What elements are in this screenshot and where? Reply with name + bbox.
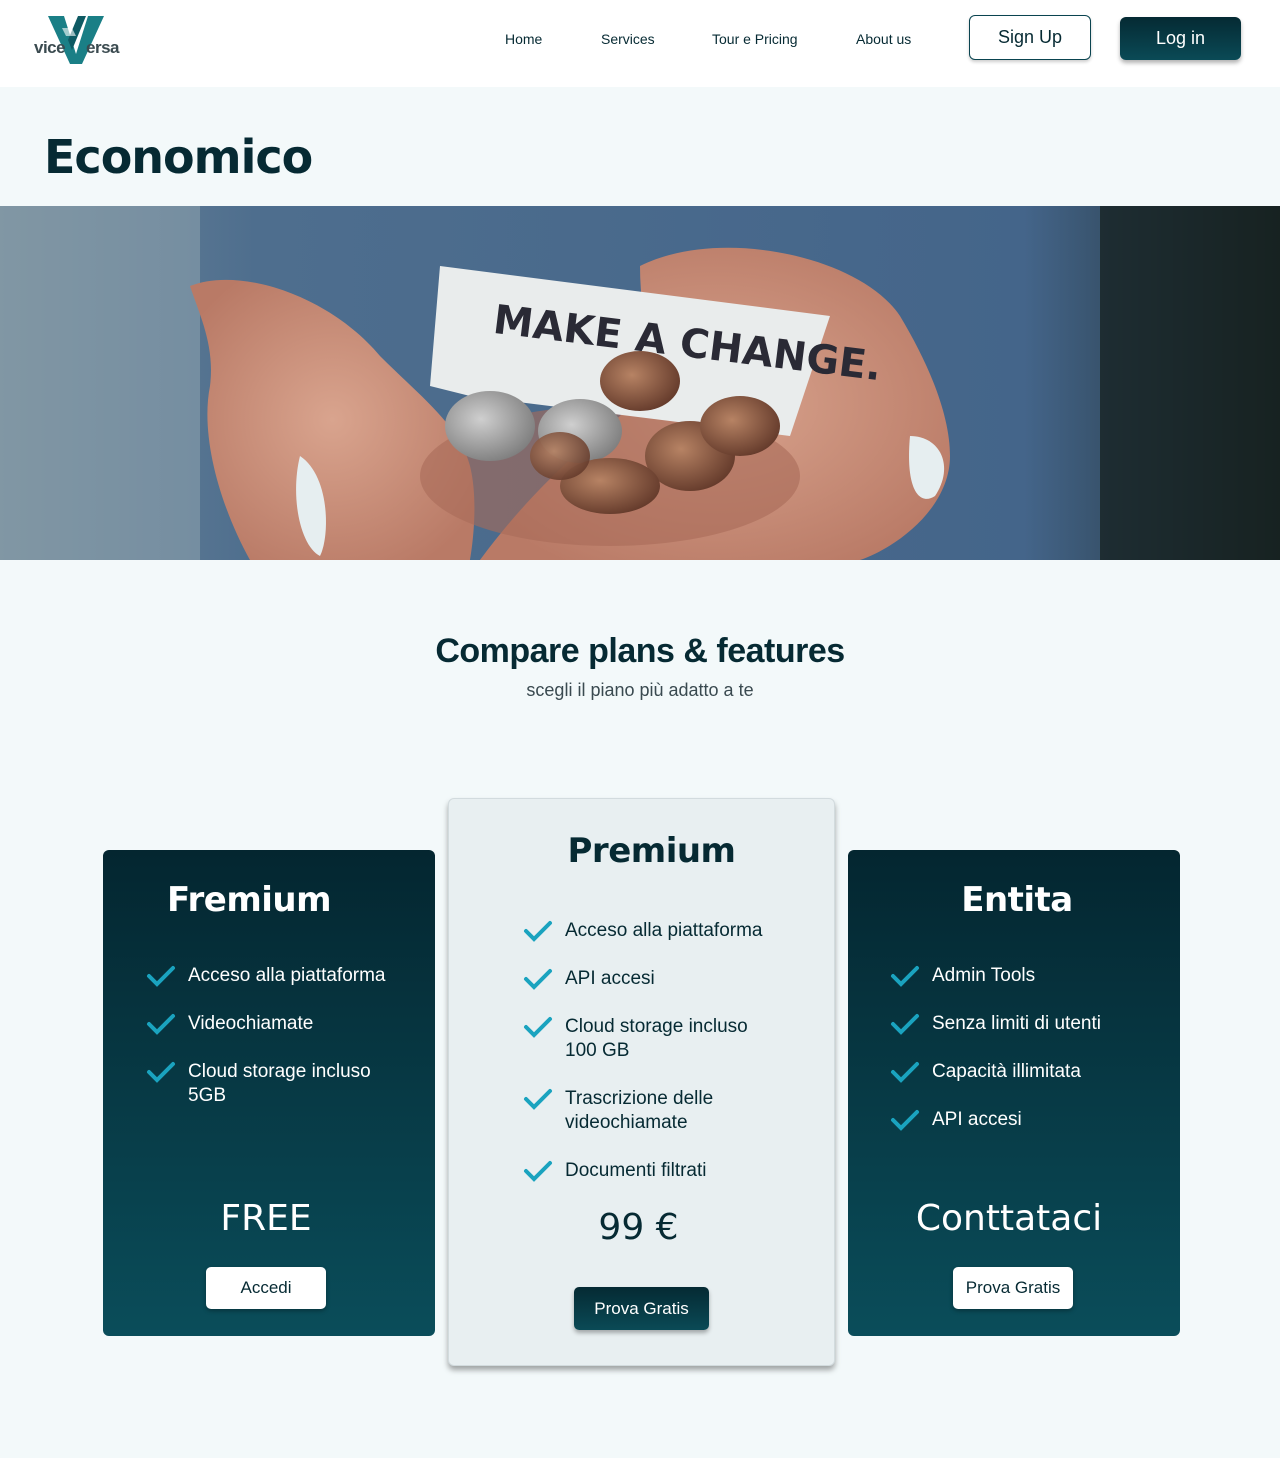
- checkmark-icon: [890, 1060, 920, 1084]
- plan-feature: API accesi: [523, 967, 655, 991]
- checkmark-icon: [890, 1108, 920, 1132]
- top-navbar: vice ersa Home Services Tour e Pricing A…: [0, 0, 1280, 87]
- prova-gratis-button[interactable]: Prova Gratis: [574, 1287, 709, 1330]
- compare-plans-subtitle: scegli il piano più adatto a te: [526, 680, 754, 700]
- logo-text-ersa: ersa: [86, 38, 119, 57]
- prova-gratis-button[interactable]: Prova Gratis: [953, 1267, 1073, 1309]
- plan-feature: Trascrizione delle videochiamate: [523, 1087, 773, 1135]
- checkmark-icon: [523, 919, 553, 943]
- plan-price: FREE: [220, 1198, 312, 1239]
- plan-price: Conttataci: [915, 1198, 1103, 1239]
- plan-feature: Cloud storage incluso 100 GB: [523, 1015, 773, 1063]
- plan-card-entita: Entita Admin Tools Senza limiti di utent…: [848, 850, 1180, 1336]
- plan-feature: Senza limiti di utenti: [890, 1012, 1101, 1036]
- checkmark-icon: [890, 1012, 920, 1036]
- plan-feature: Acceso alla piattaforma: [146, 964, 386, 988]
- hero-image: MAKE A CHANGE.: [0, 206, 1280, 560]
- nav-tour-pricing[interactable]: Tour e Pricing: [712, 31, 798, 47]
- compare-plans-title: Compare plans & features: [435, 632, 845, 670]
- accedi-button[interactable]: Accedi: [206, 1267, 326, 1309]
- plan-feature: Capacità illimitata: [890, 1060, 1081, 1084]
- checkmark-icon: [146, 1012, 176, 1036]
- checkmark-icon: [890, 964, 920, 988]
- plan-card-fremium: Fremium Acceso alla piattaforma Videochi…: [103, 850, 435, 1336]
- plan-feature: Acceso alla piattaforma: [523, 919, 763, 943]
- plan-feature: Documenti filtrati: [523, 1159, 707, 1183]
- plan-feature: Admin Tools: [890, 964, 1035, 988]
- vice-versa-logo[interactable]: vice ersa: [34, 14, 124, 66]
- checkmark-icon: [523, 1159, 553, 1183]
- nav-services[interactable]: Services: [601, 31, 655, 47]
- checkmark-icon: [146, 964, 176, 988]
- plan-name: Entita: [961, 880, 1073, 920]
- nav-about-us[interactable]: About us: [856, 31, 911, 47]
- plan-card-premium: Premium Acceso alla piattaforma API acce…: [448, 798, 835, 1366]
- plan-feature: API accesi: [890, 1108, 1022, 1132]
- nav-home[interactable]: Home: [505, 31, 542, 47]
- plan-name: Fremium: [166, 880, 332, 920]
- plan-price: 99 €: [598, 1207, 679, 1248]
- logo-text-vice: vice: [34, 38, 66, 57]
- plan-feature: Cloud storage incluso 5GB: [146, 1060, 396, 1108]
- checkmark-icon: [523, 1015, 553, 1039]
- checkmark-icon: [523, 1087, 553, 1111]
- plan-feature: Videochiamate: [146, 1012, 313, 1036]
- plan-name: Premium: [567, 831, 736, 871]
- log-in-button[interactable]: Log in: [1120, 17, 1241, 60]
- checkmark-icon: [523, 967, 553, 991]
- checkmark-icon: [146, 1060, 176, 1084]
- sign-up-button[interactable]: Sign Up: [969, 15, 1091, 60]
- page-title: Economico: [44, 130, 313, 184]
